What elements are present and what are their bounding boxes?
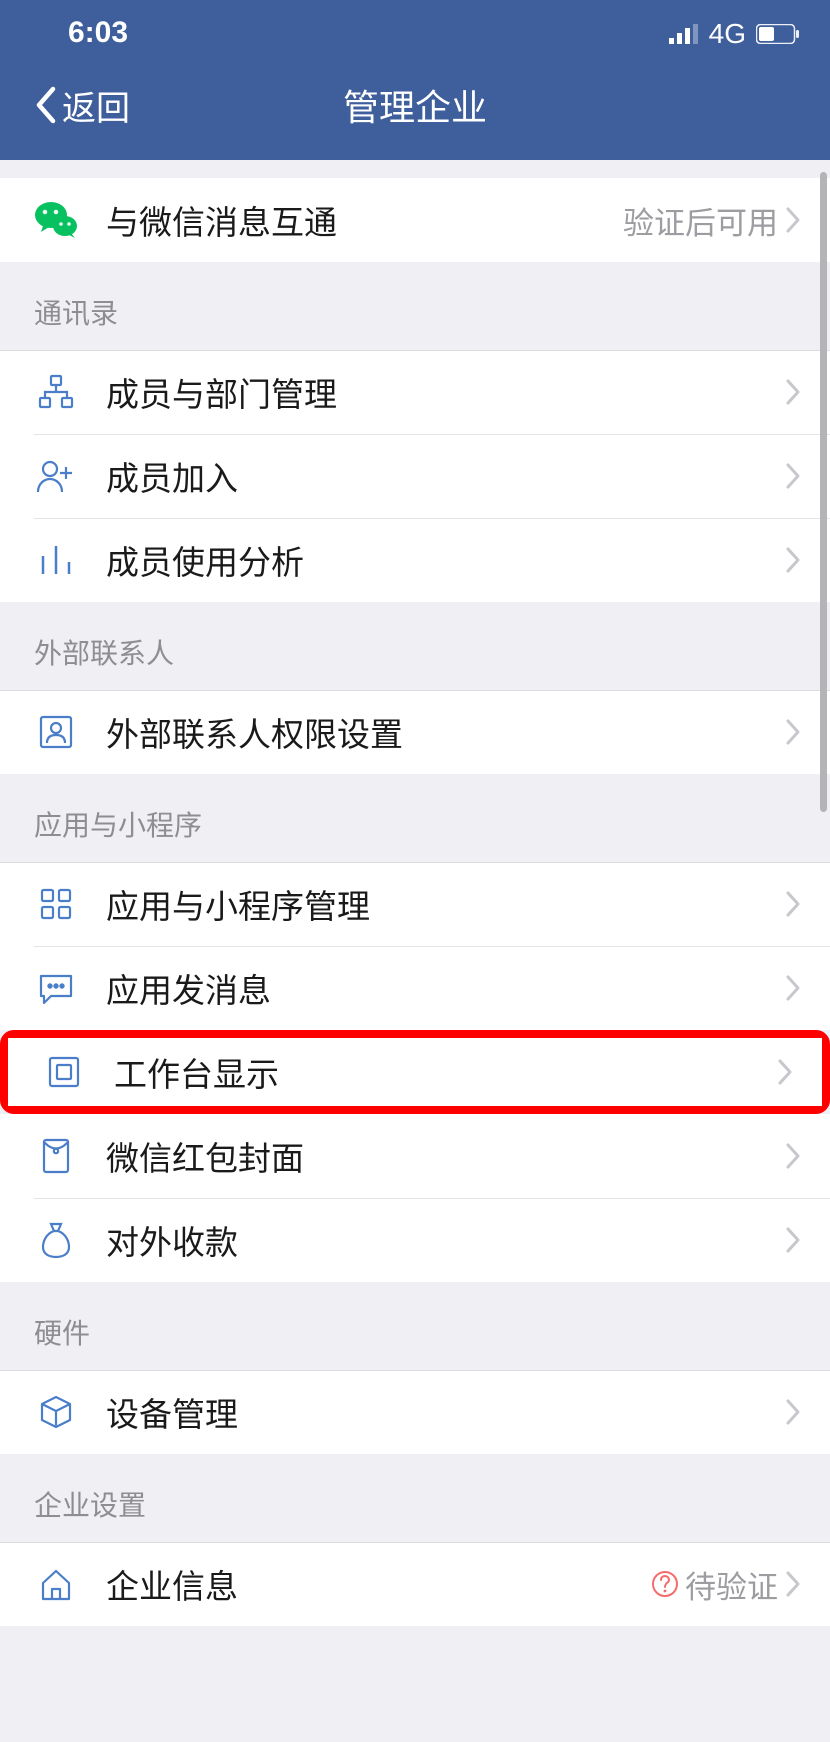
back-chevron-icon <box>34 86 56 124</box>
section-header-enterprise: 企业设置 <box>0 1454 830 1542</box>
row-external-payment[interactable]: 对外收款 <box>0 1198 830 1282</box>
bar-chart-icon <box>34 538 78 582</box>
chevron-right-icon <box>784 462 802 490</box>
status-time: 6:03 <box>68 16 128 50</box>
row-label: 对外收款 <box>106 1216 784 1264</box>
question-circle-icon <box>651 1570 679 1598</box>
row-device-manage[interactable]: 设备管理 <box>0 1370 830 1454</box>
row-app-manage[interactable]: 应用与小程序管理 <box>0 862 830 946</box>
moneybag-icon <box>34 1218 78 1262</box>
row-label: 微信红包封面 <box>106 1132 784 1180</box>
row-label: 与微信消息互通 <box>106 196 623 244</box>
row-label: 工作台显示 <box>114 1048 776 1096</box>
scrollbar[interactable] <box>820 172 827 812</box>
section-header-hardware: 硬件 <box>0 1282 830 1370</box>
cube-icon <box>34 1390 78 1434</box>
status-indicators: 4G <box>669 18 800 50</box>
row-value: 验证后可用 <box>623 198 778 243</box>
home-icon <box>34 1562 78 1606</box>
status-bar: 6:03 4G <box>0 0 830 50</box>
verify-text: 待验证 <box>685 1562 778 1607</box>
row-label: 成员使用分析 <box>106 536 784 584</box>
contact-card-icon <box>34 710 78 754</box>
chevron-right-icon <box>784 890 802 918</box>
section-header-apps: 应用与小程序 <box>0 774 830 862</box>
row-label: 应用与小程序管理 <box>106 880 784 928</box>
row-label: 成员与部门管理 <box>106 368 784 416</box>
chevron-right-icon <box>784 1570 802 1598</box>
section-header-contacts: 通讯录 <box>0 262 830 350</box>
signal-icon <box>669 24 699 44</box>
row-usage-analysis[interactable]: 成员使用分析 <box>0 518 830 602</box>
highlight-annotation: 工作台显示 <box>0 1030 830 1114</box>
message-icon <box>34 966 78 1010</box>
back-label: 返回 <box>62 81 130 130</box>
chevron-right-icon <box>776 1058 794 1086</box>
row-workspace-display[interactable]: 工作台显示 <box>8 1038 822 1106</box>
workspace-icon <box>42 1050 86 1094</box>
row-member-join[interactable]: 成员加入 <box>0 434 830 518</box>
section-header-external: 外部联系人 <box>0 602 830 690</box>
chevron-right-icon <box>784 1226 802 1254</box>
row-label: 设备管理 <box>106 1388 784 1436</box>
grid-icon <box>34 882 78 926</box>
chevron-right-icon <box>784 1398 802 1426</box>
back-button[interactable]: 返回 <box>34 81 130 130</box>
row-app-send-msg[interactable]: 应用发消息 <box>0 946 830 1030</box>
nav-header: 返回 管理企业 <box>0 50 830 160</box>
row-label: 外部联系人权限设置 <box>106 708 784 756</box>
chevron-right-icon <box>784 974 802 1002</box>
row-enterprise-info[interactable]: 企业信息 待验证 <box>0 1542 830 1626</box>
envelope-icon <box>34 1134 78 1178</box>
wechat-icon <box>34 198 78 242</box>
chevron-right-icon <box>784 1142 802 1170</box>
battery-icon <box>756 24 800 44</box>
org-tree-icon <box>34 370 78 414</box>
row-members-dept[interactable]: 成员与部门管理 <box>0 350 830 434</box>
row-label: 应用发消息 <box>106 964 784 1012</box>
add-user-icon <box>34 454 78 498</box>
chevron-right-icon <box>784 206 802 234</box>
chevron-right-icon <box>784 718 802 746</box>
chevron-right-icon <box>784 378 802 406</box>
row-label: 成员加入 <box>106 452 784 500</box>
row-wechat-interop[interactable]: 与微信消息互通 验证后可用 <box>0 178 830 262</box>
chevron-right-icon <box>784 546 802 574</box>
row-value-verify: 待验证 <box>651 1562 778 1607</box>
row-redpacket-cover[interactable]: 微信红包封面 <box>0 1114 830 1198</box>
row-label: 企业信息 <box>106 1560 651 1608</box>
row-external-permission[interactable]: 外部联系人权限设置 <box>0 690 830 774</box>
network-label: 4G <box>709 18 746 50</box>
